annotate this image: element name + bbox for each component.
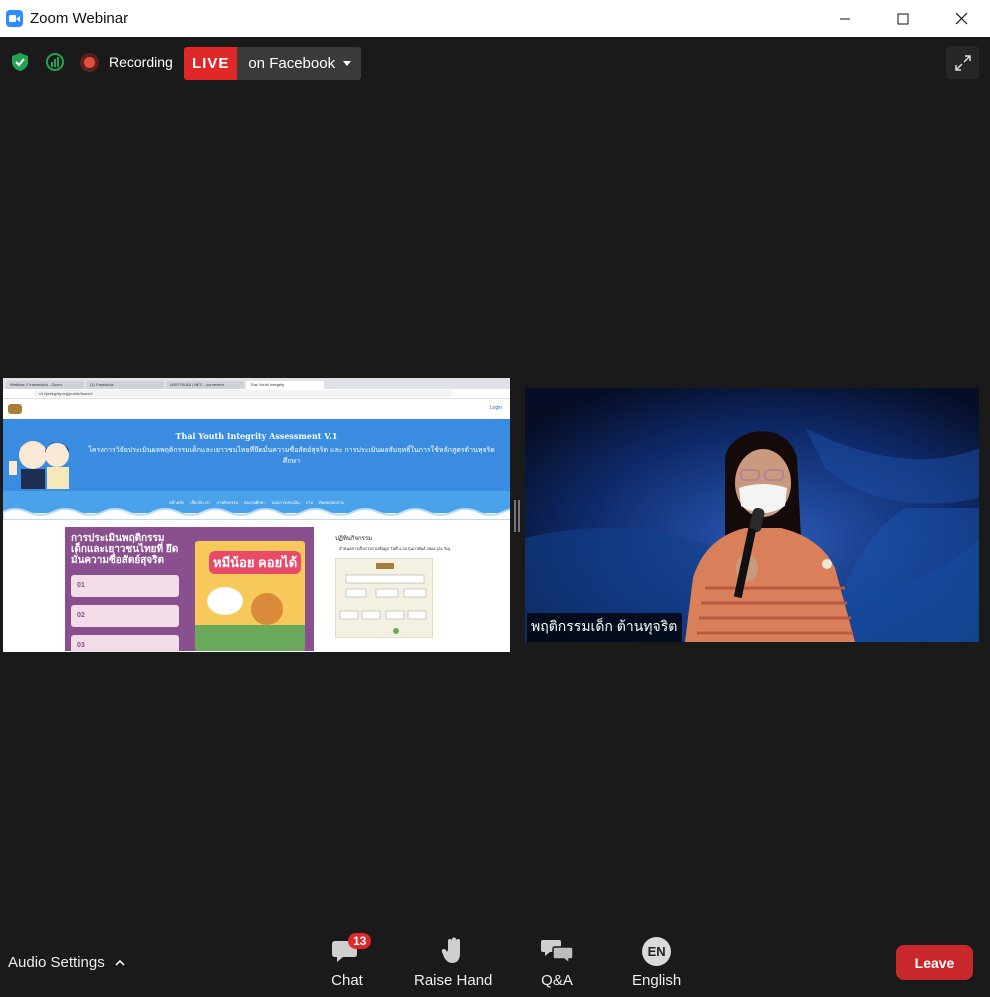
browser-tab: (1) Facebook (86, 381, 164, 389)
site-nav-item: ภาพกิจกรรม (216, 499, 239, 505)
chat-button[interactable]: 13 Chat (330, 933, 372, 989)
book-cover-image: หมีน้อย คอยได้ (195, 541, 305, 651)
site-content: การประเมินพฤติกรรม เด็กและเยาวชนไทยที่ ย… (3, 527, 510, 652)
qa-label: Q&A (541, 972, 573, 989)
live-destination-label: on Facebook (248, 55, 336, 72)
flowchart-image (335, 558, 433, 638)
qa-icon (541, 940, 573, 964)
chat-icon-wrap: 13 (330, 933, 372, 966)
live-stream-button[interactable]: LIVE on Facebook (184, 47, 362, 80)
calendar-item: ลำหนดการเก็บรวบรวมข้อมูล วันที่ 4-28 กุม… (339, 546, 451, 551)
site-login-link: Login (489, 405, 502, 411)
window-title: Zoom Webinar (30, 10, 129, 27)
network-quality-icon[interactable] (45, 52, 65, 72)
fullscreen-button[interactable] (946, 46, 979, 79)
calendar-title: ปฏิทินกิจกรรม (335, 536, 373, 542)
live-destination: on Facebook (237, 47, 362, 80)
title-bar: Zoom Webinar (0, 0, 990, 37)
audio-settings-button[interactable]: Audio Settings (8, 954, 125, 971)
site-nav-item: หน้าหลัก (169, 499, 185, 505)
assessment-poster: การประเมินพฤติกรรม เด็กและเยาวชนไทยที่ ย… (65, 527, 314, 652)
site-nav-item: ถาม (305, 499, 314, 505)
browser-tab: เอกสารแนบ | NEC - yourevent (166, 381, 244, 389)
poster-item: 01 (71, 575, 179, 597)
raise-hand-icon (441, 937, 461, 963)
site-banner-subtitle: โครงการวิจัยประเมินผลพฤติกรรมเด็กและเยาว… (88, 447, 495, 465)
raise-hand-button[interactable]: Raise Hand (414, 936, 492, 989)
language-code-icon: EN (642, 936, 672, 966)
chevron-down-icon (343, 61, 352, 66)
close-icon (955, 12, 967, 25)
site-banner: Thai Youth Integrity Assessment V.1 โครง… (3, 419, 510, 491)
maximize-button[interactable] (874, 0, 932, 37)
minimize-button[interactable] (816, 0, 874, 37)
meeting-top-bar: Recording LIVE on Facebook (0, 37, 990, 89)
minimize-icon (840, 18, 850, 19)
zoom-app-icon (6, 10, 23, 27)
site-logo (8, 404, 22, 414)
poster-item: 02 (71, 605, 179, 627)
browser-tab: Webinar 2 Interaction - Zoom (6, 381, 84, 389)
browser-tab-strip: Webinar 2 Interaction - Zoom (1) Faceboo… (3, 378, 510, 389)
maximize-icon (897, 13, 909, 24)
chat-unread-badge: 13 (348, 933, 372, 949)
window-controls (816, 0, 990, 37)
site-banner-title: Thai Youth Integrity Assessment V.1 (175, 431, 338, 441)
meeting-toolbar: Audio Settings 13 Chat Raise Hand Q&A EN… (0, 930, 990, 997)
speaker-video[interactable]: พฤติกรรมเด็ก ต้านทุจริต (525, 388, 979, 642)
close-button[interactable] (932, 0, 990, 37)
language-label: English (632, 972, 682, 989)
cartoon-characters-image (9, 441, 69, 489)
poster-title: การประเมินพฤติกรรม เด็กและเยาวชนไทยที่ ย… (71, 533, 179, 566)
raise-hand-label: Raise Hand (414, 972, 493, 989)
expand-icon (954, 54, 971, 71)
chat-label: Chat (331, 972, 363, 989)
site-nav-item: ติดต่อสอบถาม (319, 499, 344, 505)
raise-hand-icon-wrap (436, 936, 470, 966)
site-header: Login (3, 399, 510, 419)
leave-button[interactable]: Leave (896, 945, 973, 980)
participant-name-label: พฤติกรรมเด็ก ต้านทุจริต (527, 613, 683, 642)
qa-button[interactable]: Q&A (540, 936, 574, 989)
site-nav-item: ผลงานศึกษา (244, 499, 266, 505)
browser-tab: Thai Youth Integrity (246, 381, 324, 389)
site-nav-item: เกี่ยวกับ เรา (190, 499, 211, 505)
activity-calendar: ปฏิทินกิจกรรม ลำหนดการเก็บรวบรวมข้อมูล ว… (335, 533, 475, 638)
poster-item: 03 (71, 635, 179, 652)
recording-label: Recording (109, 54, 173, 70)
browser-url: v1.fyintegrity.org/public/home1 (33, 390, 453, 397)
speaker-video-frame (525, 388, 979, 642)
view-splitter-handle[interactable] (514, 500, 520, 532)
book-title: หมีน้อย คอยได้ (209, 551, 302, 574)
site-nav-item: แบบการประเมิน (271, 499, 300, 505)
shared-screen: Webinar 2 Interaction - Zoom (1) Faceboo… (3, 378, 510, 652)
encryption-shield-icon[interactable] (10, 52, 30, 72)
browser-address-bar: v1.fyintegrity.org/public/home1 (3, 389, 510, 399)
language-interpretation-button[interactable]: EN English (632, 936, 681, 989)
qa-icon-wrap (540, 936, 574, 966)
live-badge: LIVE (184, 47, 238, 80)
audio-settings-label: Audio Settings (8, 954, 105, 971)
recording-indicator-icon (80, 53, 99, 72)
chevron-up-icon (115, 959, 125, 966)
language-icon-wrap: EN (640, 936, 674, 966)
site-wave-divider (3, 508, 510, 527)
